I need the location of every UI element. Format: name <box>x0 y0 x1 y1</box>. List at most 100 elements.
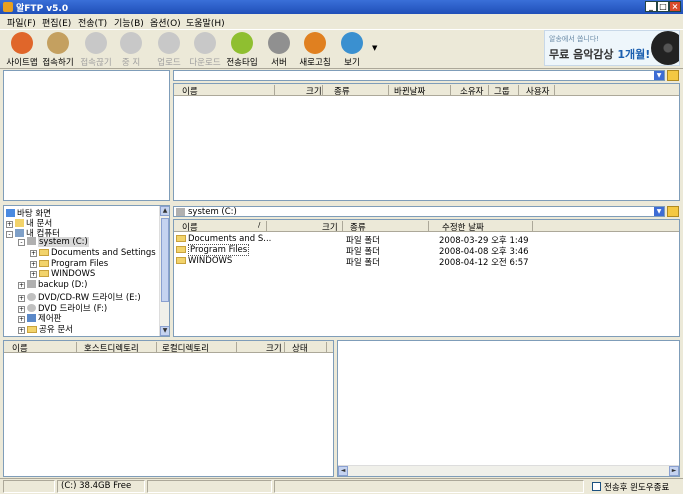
chevron-down-icon[interactable]: ▼ <box>654 207 664 216</box>
tree-label: Program Files <box>51 259 109 269</box>
menu-function[interactable]: 기능(B) <box>114 16 144 29</box>
tree-item-system-c[interactable]: - system (C:) <box>18 237 89 247</box>
remote-col-modified[interactable]: 바뀐날짜 <box>394 85 425 97</box>
transfer-type-icon <box>231 32 253 54</box>
view-dropdown-arrow-icon[interactable]: ▼ <box>372 44 377 52</box>
queue-col-name[interactable]: 이름 <box>12 342 28 354</box>
file-type: 파일 폴더 <box>346 258 380 268</box>
collapse-icon[interactable]: - <box>6 231 13 238</box>
local-folder-icon[interactable] <box>667 206 679 217</box>
tree-scrollbar[interactable]: ▲ ▼ <box>159 206 169 336</box>
tree-label: 공유 문서 <box>39 325 73 335</box>
menu-edit[interactable]: 편집(E) <box>42 16 71 29</box>
scroll-down-icon[interactable]: ▼ <box>160 326 169 336</box>
file-name: WINDOWS <box>188 256 233 266</box>
scroll-thumb[interactable] <box>161 218 169 302</box>
tree-label: Documents and Settings <box>51 248 156 258</box>
close-button[interactable]: × <box>669 1 681 12</box>
menu-transfer[interactable]: 전송(T) <box>78 16 107 29</box>
remote-col-owner[interactable]: 소유자 <box>460 85 483 97</box>
tree-item-shared-documents[interactable]: + 공유 문서 <box>18 323 73 335</box>
local-col-size[interactable]: 크기 <box>322 221 338 233</box>
expand-icon[interactable]: + <box>18 282 25 289</box>
view-button[interactable]: 보기 <box>334 32 370 68</box>
shutdown-after-transfer-checkbox[interactable] <box>592 482 601 491</box>
queue-col-status[interactable]: 상태 <box>292 342 308 354</box>
remote-folder-icon[interactable] <box>667 70 679 81</box>
expand-icon[interactable]: + <box>30 271 37 278</box>
folder-icon <box>176 246 186 253</box>
dvd-drive-icon <box>27 304 36 312</box>
tree-label: backup (D:) <box>38 280 88 290</box>
remote-col-type[interactable]: 종류 <box>334 85 350 97</box>
tree-item-windows[interactable]: + WINDOWS <box>30 269 95 279</box>
remote-col-name[interactable]: 이름 <box>182 85 198 97</box>
file-row[interactable]: Program Files <box>176 244 250 256</box>
expand-icon[interactable]: + <box>30 261 37 268</box>
remote-header: 이름 크기 종류 바뀐날짜 소유자 그룹 사용자 <box>174 84 679 97</box>
folder-tree[interactable]: 바탕 화면 + 내 문서 -내 컴퓨터 - system (C:) + Documen… <box>3 205 170 337</box>
scroll-left-icon[interactable]: ◄ <box>338 466 348 476</box>
sitemap-button[interactable]: 사이트맵 <box>4 32 40 68</box>
queue-col-local-dir[interactable]: 로컬디렉토리 <box>162 342 209 354</box>
connect-button[interactable]: 접속하기 <box>40 32 76 68</box>
file-row[interactable]: Documents and S... <box>176 234 271 244</box>
folder-icon <box>176 257 186 264</box>
stop-button[interactable]: 중 지 <box>113 32 149 68</box>
remote-file-list[interactable]: 이름 크기 종류 바뀐날짜 소유자 그룹 사용자 <box>173 83 680 201</box>
status-drive-free: (C:) 38.4GB Free <box>57 480 145 493</box>
tree-item-program-files[interactable]: + Program Files <box>30 259 108 269</box>
queue-col-size[interactable]: 크기 <box>266 342 282 354</box>
expand-icon[interactable]: + <box>18 316 25 323</box>
expand-icon[interactable]: + <box>30 250 37 257</box>
refresh-button[interactable]: 새로고침 <box>297 32 333 68</box>
local-col-name[interactable]: 이름 <box>182 221 198 233</box>
status-cell <box>147 480 272 493</box>
remote-col-size[interactable]: 크기 <box>306 85 322 97</box>
col-separator <box>532 221 533 231</box>
transfer-type-button[interactable]: 전송타입 <box>224 32 260 68</box>
drive-icon <box>27 237 36 245</box>
scroll-up-icon[interactable]: ▲ <box>160 206 169 216</box>
local-file-list[interactable]: 이름 / 크기 종류 수정한 날짜 Documents and S... 파일 … <box>173 219 680 337</box>
maximize-button[interactable]: □ <box>657 1 669 12</box>
file-row[interactable]: WINDOWS <box>176 256 232 266</box>
local-path-combo[interactable]: system (C:) ▼ <box>173 206 665 217</box>
upload-button[interactable]: 업로드 <box>151 32 187 68</box>
window-title: 알FTP v5.0 <box>16 4 69 14</box>
remote-path-combo[interactable]: ▼ <box>173 70 665 81</box>
menu-help[interactable]: 도움말(H) <box>186 16 225 29</box>
menu-bar: 파일(F) 편집(E) 전송(T) 기능(B) 옵션(O) 도움말(H) <box>0 14 683 29</box>
remote-col-user[interactable]: 사용자 <box>526 85 549 97</box>
connect-icon <box>47 32 69 54</box>
scroll-right-icon[interactable]: ► <box>669 466 679 476</box>
minimize-button[interactable]: _ <box>645 1 657 12</box>
control-panel-icon <box>27 314 36 322</box>
server-button[interactable]: 서버 <box>261 32 297 68</box>
disconnect-button[interactable]: 접속끊기 <box>78 32 114 68</box>
tree-item-documents-and-settings[interactable]: + Documents and Settings <box>30 248 156 258</box>
queue-col-host-dir[interactable]: 호스트디렉토리 <box>84 342 139 354</box>
chevron-down-icon[interactable]: ▼ <box>654 71 664 80</box>
site-map-icon <box>11 32 33 54</box>
ad-banner[interactable]: 알송에서 쏩니다! 무료 음악감상 1개월! <box>544 30 680 66</box>
col-separator <box>322 85 323 95</box>
folder-icon <box>176 235 186 242</box>
sort-indicator-icon: / <box>258 221 261 229</box>
collapse-icon[interactable]: - <box>18 239 25 246</box>
expand-icon[interactable]: + <box>18 295 25 302</box>
remote-col-group[interactable]: 그룹 <box>494 85 510 97</box>
log-hscrollbar[interactable]: ◄ ► <box>338 465 679 476</box>
queue-header: 이름 호스트디렉토리 로컬디렉토리 크기 상태 <box>4 341 333 354</box>
expand-icon[interactable]: + <box>18 327 25 334</box>
local-col-type[interactable]: 종류 <box>350 221 366 233</box>
tree-item-backup-d[interactable]: + backup (D:) <box>18 280 87 290</box>
download-button[interactable]: 다운로드 <box>187 32 223 68</box>
transfer-queue[interactable]: 이름 호스트디렉토리 로컬디렉토리 크기 상태 <box>3 340 334 477</box>
menu-file[interactable]: 파일(F) <box>7 16 36 29</box>
menu-options[interactable]: 옵션(O) <box>150 16 181 29</box>
banner-headline-text: 무료 음악감상 <box>549 48 618 61</box>
local-col-modified[interactable]: 수정한 날짜 <box>442 221 484 233</box>
col-separator <box>284 342 285 352</box>
drive-icon <box>176 208 185 216</box>
